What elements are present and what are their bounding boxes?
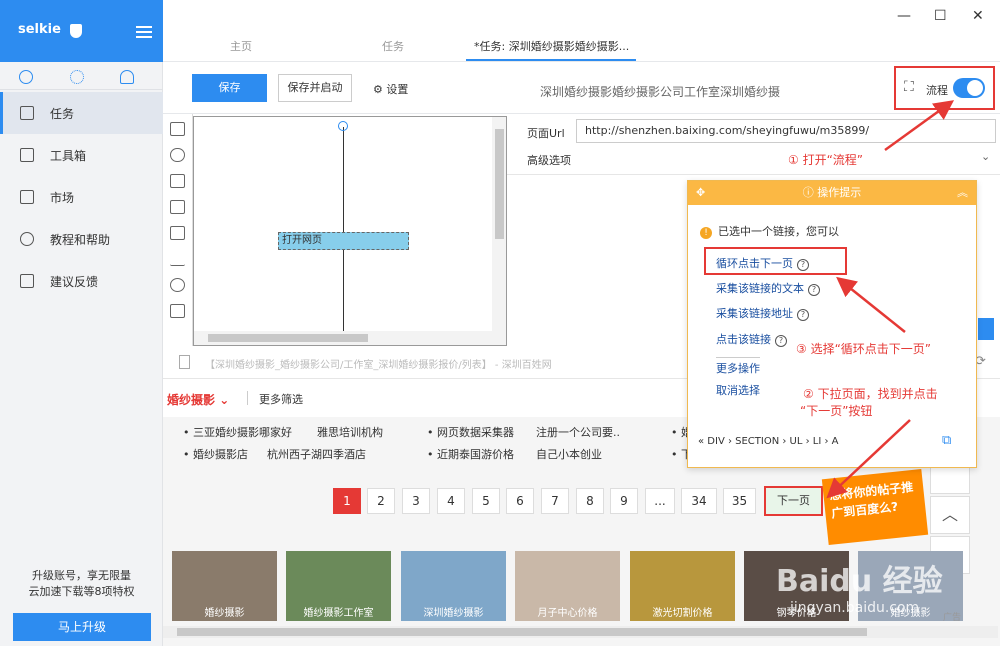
watermark: Baidu 经验 (776, 564, 943, 599)
arrow-to-flow-toggle (884, 100, 955, 152)
annotation-arrows (826, 100, 955, 499)
arrow-to-loop-option (836, 276, 906, 333)
arrow-to-next-page (826, 419, 911, 499)
watermark-url: jingyan.baidu.com (790, 600, 920, 616)
